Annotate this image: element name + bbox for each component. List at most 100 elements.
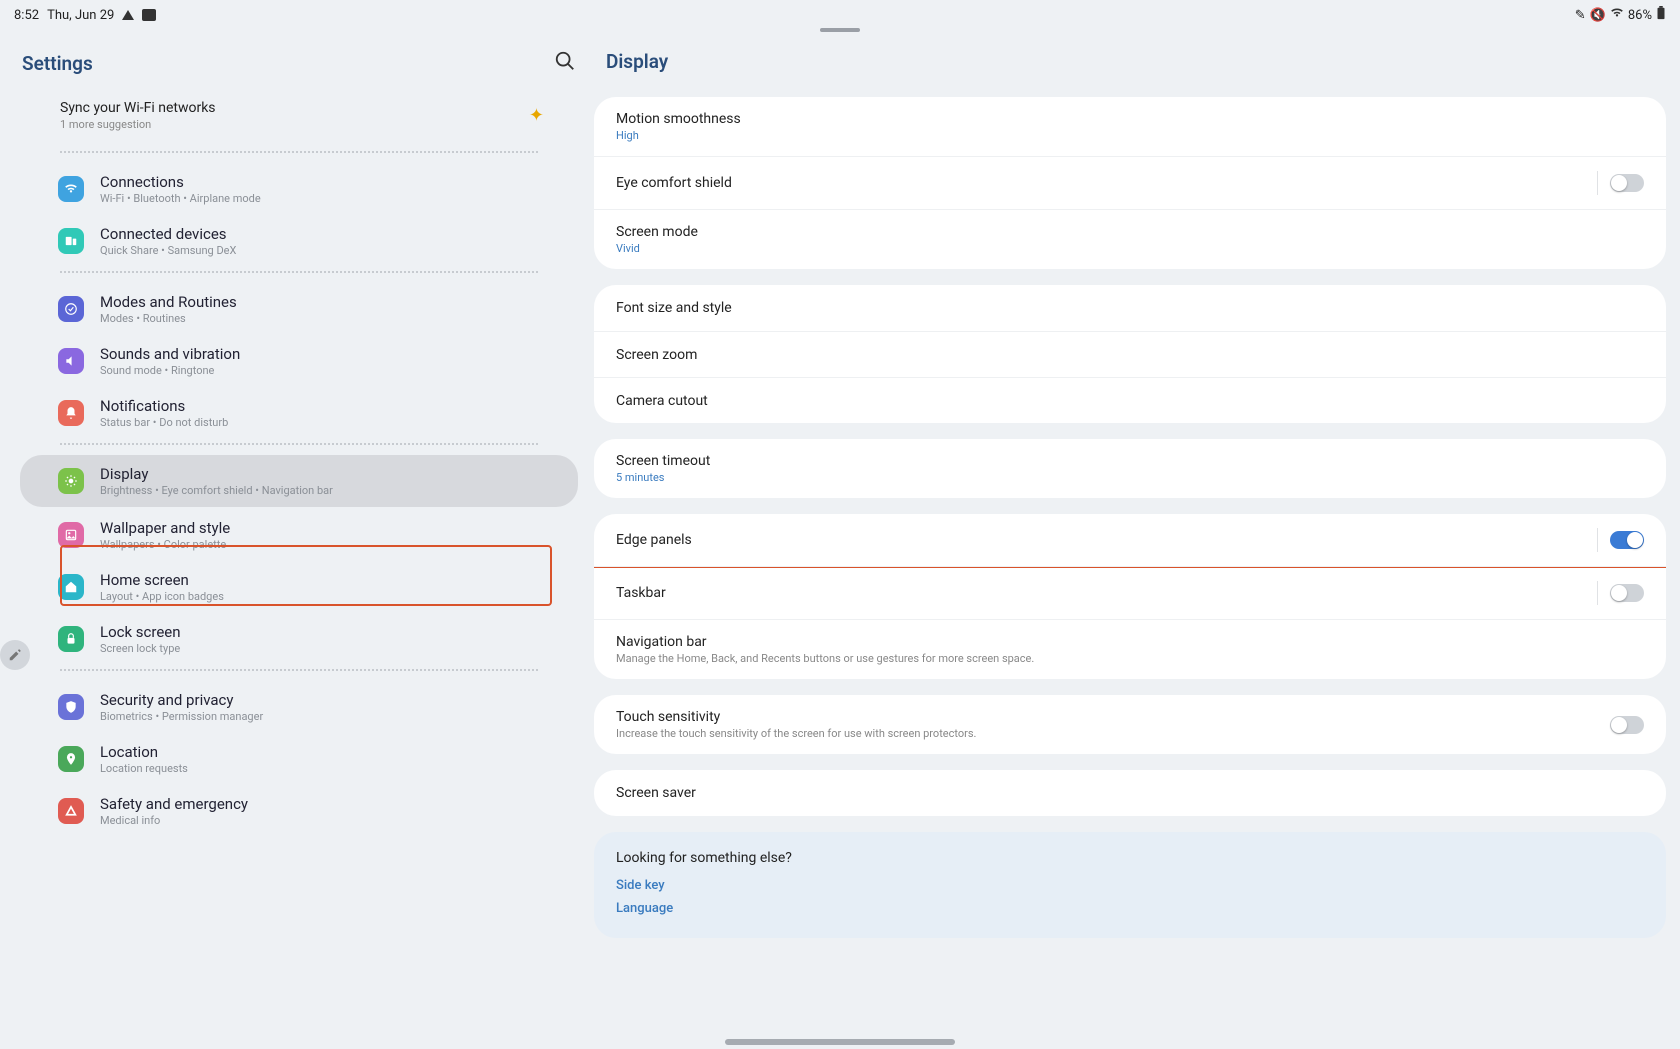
status-right: ✎ 🔇 86% [1575, 6, 1666, 24]
setting-screen-saver[interactable]: Screen saver [594, 770, 1666, 816]
drag-handle-icon[interactable] [820, 28, 860, 32]
sidebar-item-connected-devices[interactable]: Connected devices Quick Share • Samsung … [14, 215, 584, 267]
row-title: Taskbar [616, 585, 666, 601]
highlight-edge-panels [594, 514, 1666, 568]
nav-title: Notifications [100, 397, 228, 415]
setting-navigation-bar[interactable]: Navigation bar Manage the Home, Back, an… [594, 619, 1666, 679]
setting-touch-sensitivity[interactable]: Touch sensitivity Increase the touch sen… [594, 695, 1666, 754]
card-group1: Motion smoothness High Eye comfort shiel… [594, 97, 1666, 269]
divider [60, 669, 538, 671]
divider [60, 271, 538, 273]
nav-title: Modes and Routines [100, 293, 237, 311]
check-icon [58, 296, 84, 322]
row-title: Motion smoothness [616, 111, 741, 127]
nav-sub: Medical info [100, 814, 248, 827]
setting-edge-panels[interactable]: Edge panels [594, 514, 1666, 566]
nav-sub: Brightness • Eye comfort shield • Naviga… [100, 484, 333, 497]
display-title: Display [594, 30, 1666, 97]
setting-eye-comfort-shield[interactable]: Eye comfort shield [594, 156, 1666, 209]
row-title: Edge panels [616, 532, 692, 548]
sidebar-item-lock-screen[interactable]: Lock screen Screen lock type [14, 613, 584, 665]
setting-motion-smoothness[interactable]: Motion smoothness High [594, 97, 1666, 156]
toggle-touch-sensitivity[interactable] [1610, 716, 1644, 734]
setting-screen-timeout[interactable]: Screen timeout 5 minutes [594, 439, 1666, 498]
sidebar-item-display[interactable]: Display Brightness • Eye comfort shield … [20, 455, 578, 507]
alt-title: Looking for something else? [616, 850, 1644, 866]
nav-sub: Quick Share • Samsung DeX [100, 244, 236, 257]
setting-screen-zoom[interactable]: Screen zoom [594, 331, 1666, 377]
row-sub: Manage the Home, Back, and Recents butto… [616, 652, 1034, 665]
setting-screen-mode[interactable]: Screen mode Vivid [594, 209, 1666, 269]
sound-icon [58, 348, 84, 374]
location-icon [58, 746, 84, 772]
wallpaper-icon [58, 522, 84, 548]
mute-icon: 🔇 [1590, 8, 1606, 23]
card-group6: Screen saver [594, 770, 1666, 816]
status-time: 8:52 [14, 8, 39, 23]
row-sub: 5 minutes [616, 471, 710, 484]
battery-text: 86% [1628, 8, 1652, 23]
nav-title: Sounds and vibration [100, 345, 240, 363]
setting-font-size-and-style[interactable]: Font size and style [594, 285, 1666, 331]
sidebar-item-connections[interactable]: Connections Wi-Fi • Bluetooth • Airplane… [14, 163, 584, 215]
nav-title: Safety and emergency [100, 795, 248, 813]
warning-icon [122, 10, 134, 20]
warn-icon [58, 798, 84, 824]
nav-title: Home screen [100, 571, 224, 589]
sidebar-item-notifications[interactable]: Notifications Status bar • Do not distur… [14, 387, 584, 439]
sidebar-item-wallpaper-and-style[interactable]: Wallpaper and style Wallpapers • Color p… [14, 509, 584, 561]
toggle-eye-comfort-shield[interactable] [1610, 174, 1644, 192]
row-title: Screen mode [616, 224, 698, 240]
looking-for-card: Looking for something else? Side key Lang… [594, 832, 1666, 938]
suggestion-sub: 1 more suggestion [60, 118, 216, 131]
card-group4: Edge panels Taskbar Navigation bar Manag… [594, 514, 1666, 679]
toggle-edge-panels[interactable] [1610, 531, 1644, 549]
nav-sub: Wi-Fi • Bluetooth • Airplane mode [100, 192, 261, 205]
nav-sub: Biometrics • Permission manager [100, 710, 263, 723]
sparkle-icon: ✦ [529, 105, 544, 126]
search-icon[interactable] [554, 50, 576, 76]
suggestion-row[interactable]: Sync your Wi-Fi networks 1 more suggesti… [14, 100, 584, 147]
edit-fab[interactable] [0, 640, 30, 670]
card-group5: Touch sensitivity Increase the touch sen… [594, 695, 1666, 754]
sun-icon [58, 468, 84, 494]
sidebar-item-safety-and-emergency[interactable]: Safety and emergency Medical info [14, 785, 584, 837]
sidebar-item-location[interactable]: Location Location requests [14, 733, 584, 785]
row-title: Touch sensitivity [616, 709, 976, 725]
nav-sub: Status bar • Do not disturb [100, 416, 228, 429]
nav-sub: Layout • App icon badges [100, 590, 224, 603]
nav-sub: Location requests [100, 762, 188, 775]
row-title: Eye comfort shield [616, 175, 732, 191]
nav-title: Connections [100, 173, 261, 191]
sidebar-item-security-and-privacy[interactable]: Security and privacy Biometrics • Permis… [14, 681, 584, 733]
bell-icon [58, 400, 84, 426]
lock-icon [58, 626, 84, 652]
nav-title: Connected devices [100, 225, 236, 243]
row-title: Screen timeout [616, 453, 710, 469]
nav-sub: Sound mode • Ringtone [100, 364, 240, 377]
row-title: Navigation bar [616, 634, 1034, 650]
nav-title: Display [100, 465, 333, 483]
nav-title: Lock screen [100, 623, 181, 641]
divider [60, 443, 538, 445]
row-sub: High [616, 129, 741, 142]
setting-taskbar[interactable]: Taskbar [594, 566, 1666, 619]
setting-camera-cutout[interactable]: Camera cutout [594, 377, 1666, 423]
row-title: Screen zoom [616, 347, 697, 363]
alt-link-side-key[interactable]: Side key [616, 878, 1644, 893]
suggestion-title: Sync your Wi-Fi networks [60, 100, 216, 116]
nav-title: Wallpaper and style [100, 519, 230, 537]
sidebar-item-sounds-and-vibration[interactable]: Sounds and vibration Sound mode • Ringto… [14, 335, 584, 387]
status-bar: 8:52 Thu, Jun 29 ✎ 🔇 86% [0, 0, 1680, 30]
wifi-icon [58, 176, 84, 202]
gesture-bar[interactable] [725, 1039, 955, 1045]
sidebar-item-home-screen[interactable]: Home screen Layout • App icon badges [14, 561, 584, 613]
home-icon [58, 574, 84, 600]
alt-link-language[interactable]: Language [616, 901, 1644, 916]
toggle-taskbar[interactable] [1610, 584, 1644, 602]
nav-sub: Modes • Routines [100, 312, 237, 325]
pen-icon: ✎ [1575, 8, 1586, 23]
sidebar-item-modes-and-routines[interactable]: Modes and Routines Modes • Routines [14, 283, 584, 335]
settings-sidebar: Settings Sync your Wi-Fi networks 1 more… [14, 30, 584, 938]
display-panel: Display Motion smoothness High Eye comfo… [584, 30, 1666, 938]
